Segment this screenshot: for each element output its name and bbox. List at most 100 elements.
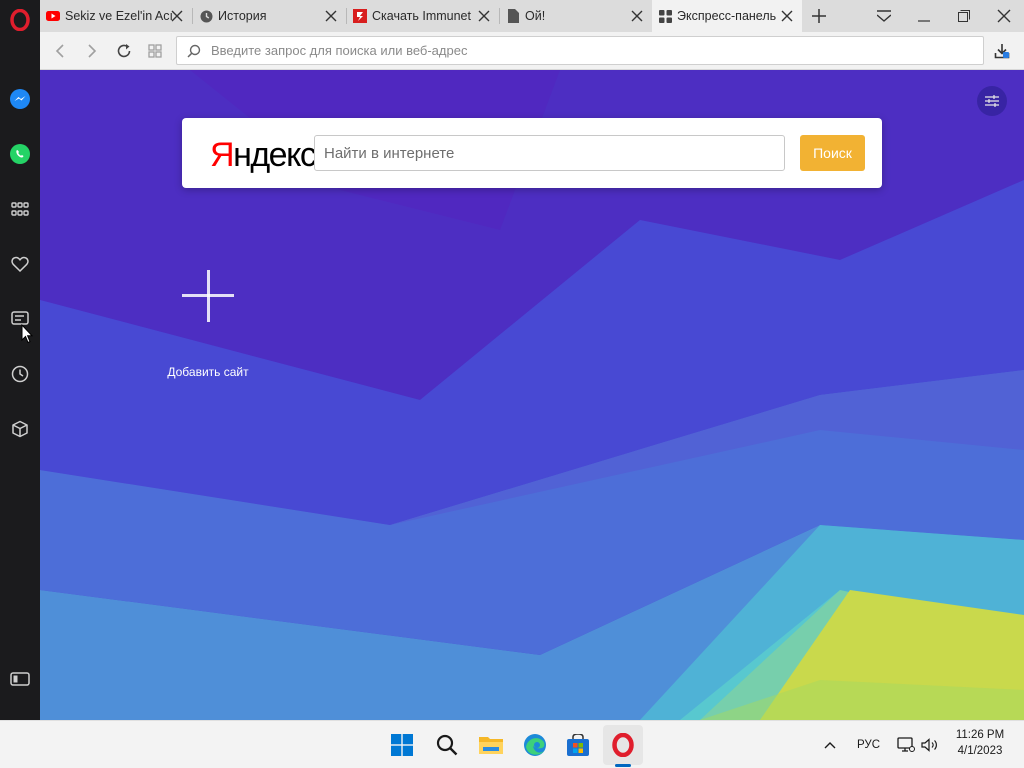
close-icon[interactable] (477, 9, 491, 23)
new-tab-button[interactable] (799, 0, 839, 32)
back-button[interactable] (48, 39, 72, 63)
close-icon (997, 9, 1011, 23)
tab-history[interactable]: История (193, 0, 346, 32)
sidebar-toggle-icon (10, 672, 30, 686)
start-button[interactable] (386, 729, 418, 761)
tab-title: Ой! (525, 9, 546, 23)
tab-oops[interactable]: Ой! (500, 0, 652, 32)
tab-speed-dial[interactable]: Экспресс-панель (652, 0, 802, 32)
speed-dial-button[interactable] (0, 189, 40, 229)
opera-sidebar (0, 0, 40, 720)
opera-logo-icon (10, 9, 30, 31)
yandex-logo[interactable]: Яндекс (210, 135, 317, 175)
page-icon (506, 9, 520, 23)
speed-dial-page: Яндекс Поиск Добавить сайт (40, 70, 1024, 720)
clock-icon (199, 9, 213, 23)
reload-icon (117, 44, 131, 58)
windows-taskbar: РУС 11:26 PM 4/1/2023 (0, 720, 1024, 768)
search-icon (436, 734, 458, 756)
grid-icon (148, 44, 162, 58)
yandex-search-button[interactable]: Поиск (800, 135, 865, 171)
download-icon (994, 44, 1010, 59)
tab-youtube[interactable]: Sekiz ve Ezel'in Acı (40, 0, 192, 32)
speed-dial-toolbar-button[interactable] (143, 39, 167, 63)
youtube-icon (46, 9, 60, 23)
active-app-indicator (615, 764, 631, 767)
forward-button[interactable] (80, 39, 104, 63)
close-icon[interactable] (324, 9, 338, 23)
volume-button[interactable] (918, 729, 942, 761)
store-icon (567, 734, 589, 756)
tab-title: Экспресс-панель (677, 9, 777, 23)
tab-title: Sekiz ve Ezel'in Acı (65, 9, 172, 23)
mouse-cursor-icon (21, 324, 33, 344)
network-button[interactable] (894, 729, 918, 761)
bookmarks-button[interactable] (0, 244, 40, 284)
address-toolbar (40, 32, 1024, 70)
opera-menu-button[interactable] (0, 0, 40, 40)
speed-dial-icon (658, 9, 672, 23)
add-site-tile[interactable]: Добавить сайт (158, 260, 258, 380)
yandex-logo-rest: ндекс (233, 136, 317, 174)
search-icon (187, 44, 201, 58)
whatsapp-button[interactable] (0, 134, 40, 174)
history-button[interactable] (0, 354, 40, 394)
opera-taskbar-button[interactable] (607, 729, 639, 761)
downloads-button[interactable] (990, 39, 1014, 63)
close-icon[interactable] (630, 9, 644, 23)
immunet-icon (353, 9, 367, 23)
tab-title: История (218, 9, 267, 23)
close-icon[interactable] (170, 9, 184, 23)
edge-button[interactable] (519, 729, 551, 761)
messenger-button[interactable] (0, 79, 40, 119)
heart-icon (11, 256, 29, 272)
microsoft-store-button[interactable] (562, 729, 594, 761)
easy-setup-button[interactable] (977, 86, 1007, 116)
tab-title: Скачать Immunet (372, 9, 471, 23)
messenger-icon (10, 89, 30, 109)
address-bar[interactable] (176, 36, 984, 65)
clock-icon (11, 365, 29, 383)
back-icon (55, 44, 64, 58)
settings-sliders-icon (985, 95, 999, 107)
close-icon[interactable] (780, 9, 794, 23)
yandex-search-input[interactable] (314, 135, 785, 171)
restore-button[interactable] (944, 0, 984, 32)
folder-icon (479, 737, 503, 754)
taskbar-search-button[interactable] (431, 729, 463, 761)
show-hidden-icons-button[interactable] (814, 729, 846, 761)
tab-immunet[interactable]: Скачать Immunet (347, 0, 499, 32)
reload-button[interactable] (112, 39, 136, 63)
clock-time: 11:26 PM (955, 729, 1005, 741)
clock-date: 4/1/2023 (957, 745, 1003, 757)
chevron-up-icon (824, 742, 836, 749)
opera-logo-icon (612, 733, 634, 757)
tab-strip: Sekiz ve Ezel'in Acı История Скачать Imm… (40, 0, 1024, 32)
whatsapp-icon (10, 144, 30, 164)
close-window-button[interactable] (984, 0, 1024, 32)
news-button[interactable] (0, 299, 40, 339)
speed-dial-icon (11, 202, 29, 216)
forward-icon (88, 44, 97, 58)
input-language-indicator[interactable]: РУС (857, 739, 880, 751)
minimize-icon (918, 20, 930, 22)
tab-menu-button[interactable] (864, 0, 904, 32)
windows-logo-icon (391, 734, 413, 756)
add-site-label: Добавить сайт (167, 365, 249, 379)
yandex-logo-first-letter: Я (210, 136, 235, 174)
network-monitor-icon (897, 737, 915, 752)
sidebar-toggle-button[interactable] (0, 659, 40, 699)
yandex-search-widget: Яндекс Поиск (182, 118, 882, 188)
restore-icon (958, 10, 970, 22)
plus-icon (812, 9, 826, 23)
file-explorer-button[interactable] (475, 729, 507, 761)
tab-menu-icon (877, 10, 891, 22)
extensions-button[interactable] (0, 409, 40, 449)
plus-icon (182, 270, 234, 322)
minimize-button[interactable] (904, 0, 944, 32)
taskbar-clock[interactable]: 11:26 PM 4/1/2023 (946, 727, 1014, 759)
cube-icon (12, 420, 28, 438)
edge-icon (524, 734, 546, 756)
speaker-icon (921, 738, 937, 752)
address-input[interactable] (211, 37, 971, 64)
